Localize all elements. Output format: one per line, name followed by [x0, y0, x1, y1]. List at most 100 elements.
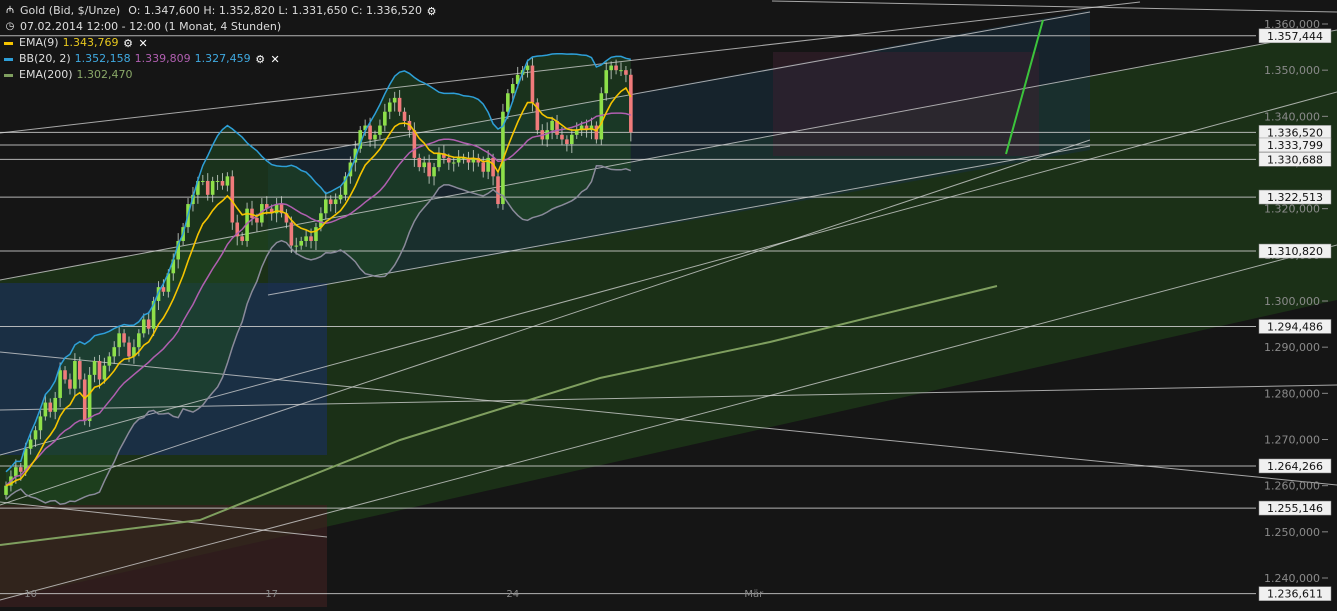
candle-body — [422, 162, 426, 168]
candle-body — [338, 194, 343, 200]
candle-body — [205, 180, 210, 195]
legend-header-row: ₼ Gold (Bid, $/Unze) O: 1.347,600 H: 1.3… — [4, 3, 437, 19]
candle-body — [451, 162, 456, 164]
candle-body — [215, 180, 220, 182]
candle-body — [97, 361, 102, 380]
candle-body — [481, 162, 486, 172]
y-tick-label: 1.320,000 — [1264, 203, 1320, 216]
candle-body — [437, 153, 441, 168]
candle-body — [33, 430, 38, 440]
settings-icon[interactable]: ⚙ — [426, 6, 437, 17]
legend-indicator-bb[interactable]: BB(20, 2) 1.352,158 1.339,809 1.327,459 … — [4, 51, 437, 67]
price-level-label: 1.322,513 — [1267, 191, 1323, 204]
candle-body — [14, 467, 18, 477]
y-tick-label: 1.280,000 — [1264, 387, 1320, 400]
candle-body — [378, 125, 382, 135]
candle-body — [383, 111, 387, 126]
candle-body — [624, 70, 628, 75]
price-level-label: 1.255,146 — [1267, 502, 1323, 515]
candle-body — [506, 93, 510, 112]
indicator-name: EMA(200) — [19, 68, 73, 81]
candle-body — [629, 74, 633, 133]
candle-body — [146, 319, 151, 329]
candle-body — [304, 236, 308, 241]
candle-body — [28, 439, 33, 449]
chart-type-icon[interactable]: ₼ — [4, 5, 16, 17]
candle-body — [496, 176, 500, 205]
candle-body — [314, 227, 318, 241]
candle-body — [48, 402, 53, 412]
candle-body — [18, 467, 23, 472]
gear-icon[interactable]: ⚙ — [123, 38, 134, 49]
candle-body — [127, 342, 131, 357]
y-tick-label: 1.240,000 — [1264, 572, 1320, 585]
price-level-label: 1.236,611 — [1267, 588, 1323, 601]
close-icon[interactable]: ✕ — [138, 38, 149, 49]
candle-body — [82, 379, 87, 422]
indicator-name: EMA(9) — [19, 36, 59, 49]
gear-icon[interactable]: ⚙ — [255, 54, 266, 65]
price-level-label: 1.357,444 — [1267, 30, 1323, 43]
legend-indicator-ema200[interactable]: EMA(200) 1.302,470 — [4, 67, 437, 83]
chart-area[interactable]: 1.360,0001.350,0001.340,0001.330,0001.32… — [0, 0, 1337, 607]
candle-body — [107, 356, 112, 366]
price-level-label: 1.310,820 — [1267, 245, 1323, 258]
candle-body — [210, 180, 215, 195]
candle-body — [122, 333, 126, 343]
candle-body — [141, 319, 146, 334]
x-tick-label: Mär — [744, 589, 764, 600]
candle-body — [456, 157, 461, 163]
price-level-label: 1.333,799 — [1267, 139, 1323, 152]
candle-body — [486, 157, 490, 172]
candle-body — [565, 139, 569, 145]
instrument-name: Gold (Bid, $/Unze) — [20, 4, 121, 17]
candle-body — [73, 361, 77, 389]
candle-body — [102, 365, 107, 380]
candle-body — [417, 157, 422, 168]
price-level-label: 1.264,266 — [1267, 460, 1323, 473]
candle-body — [387, 102, 392, 112]
candle-body — [447, 157, 451, 163]
x-tick-label: 17 — [265, 589, 278, 600]
candle-body — [309, 236, 313, 241]
candle-body — [510, 84, 515, 94]
clock-icon: ◷ — [5, 21, 15, 32]
candle-body — [255, 217, 259, 223]
candle-body — [92, 361, 97, 375]
candle-body — [609, 65, 613, 71]
indicator-value: 1.339,809 — [134, 52, 191, 65]
candle-body — [137, 333, 141, 348]
indicator-value: 1.343,769 — [62, 36, 119, 49]
indicator-value: 1.302,470 — [76, 68, 133, 81]
price-level-label: 1.330,688 — [1267, 153, 1323, 166]
candle-body — [392, 97, 397, 103]
indicator-value: 1.327,459 — [194, 52, 251, 65]
ema9-color-swatch — [4, 41, 13, 45]
candle-body — [373, 134, 377, 140]
candle-body — [225, 176, 230, 186]
period-text: 07.02.2014 12:00 - 12:00 (1 Monat, 4 Stu… — [20, 20, 282, 33]
bb-color-swatch — [4, 57, 13, 61]
candle-body — [78, 361, 82, 380]
candle-body — [619, 70, 623, 72]
candle-body — [161, 287, 166, 292]
close-icon[interactable]: ✕ — [270, 54, 281, 65]
candle-body — [604, 70, 609, 94]
candle-body — [432, 167, 436, 177]
price-chart[interactable]: 1.360,0001.350,0001.340,0001.330,0001.32… — [0, 0, 1337, 607]
candle-body — [87, 374, 92, 422]
legend-indicator-ema9[interactable]: EMA(9) 1.343,769 ⚙ ✕ — [4, 35, 437, 51]
candle-body — [289, 222, 294, 246]
candle-body — [112, 347, 117, 357]
ohlc-values: O: 1.347,600 H: 1.352,820 L: 1.331,650 C… — [128, 4, 423, 17]
y-tick-label: 1.290,000 — [1264, 341, 1320, 354]
y-tick-label: 1.350,000 — [1264, 64, 1320, 77]
candle-body — [201, 180, 205, 182]
x-tick-label: 24 — [506, 589, 519, 600]
candle-body — [530, 65, 535, 103]
candle-body — [560, 134, 564, 140]
indicator-value: 1.352,158 — [74, 52, 131, 65]
y-tick-label: 1.260,000 — [1264, 480, 1320, 493]
ema200-color-swatch — [4, 73, 13, 77]
candle-body — [4, 485, 8, 495]
